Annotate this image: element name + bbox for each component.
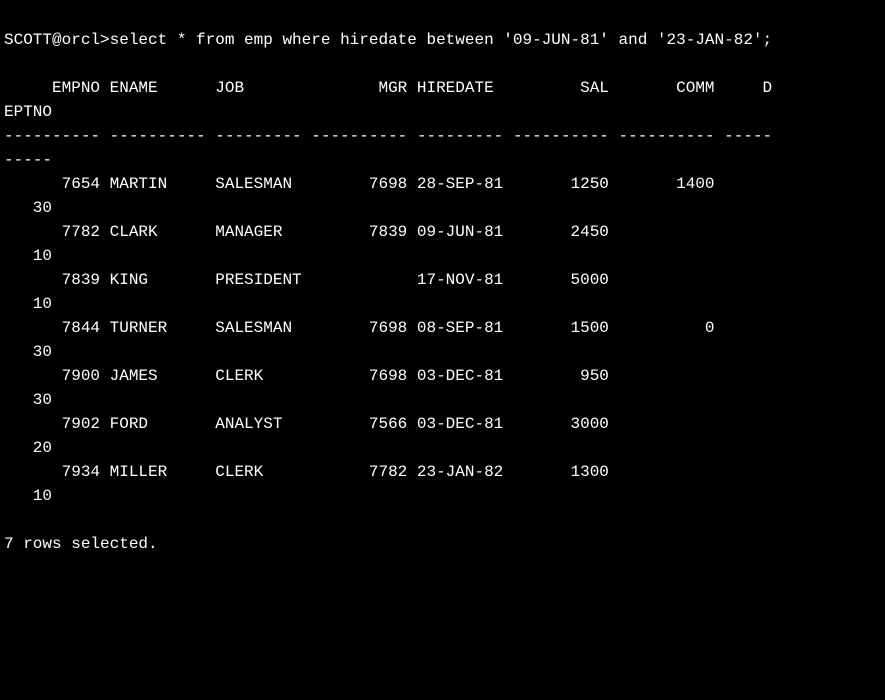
table-row: 20	[4, 439, 52, 457]
terminal-output: SCOTT@orcl>select * from emp where hired…	[4, 28, 885, 556]
table-row: 10	[4, 295, 52, 313]
table-row: 30	[4, 199, 52, 217]
table-row: 7934 MILLER CLERK 7782 23-JAN-82 1300	[4, 463, 609, 481]
table-row: 7900 JAMES CLERK 7698 03-DEC-81 950	[4, 367, 609, 385]
sql-command[interactable]: select * from emp where hiredate between…	[110, 31, 773, 49]
separator-line-2: -----	[4, 151, 52, 169]
prompt: SCOTT@orcl>	[4, 31, 110, 49]
result-summary: 7 rows selected.	[4, 535, 158, 553]
header-line-2: EPTNO	[4, 103, 52, 121]
header-line-1: EMPNO ENAME JOB MGR HIREDATE SAL COMM D	[4, 79, 772, 97]
table-row: 10	[4, 247, 52, 265]
table-row: 7654 MARTIN SALESMAN 7698 28-SEP-81 1250…	[4, 175, 715, 193]
table-row: 30	[4, 391, 52, 409]
table-row: 10	[4, 487, 52, 505]
table-row: 30	[4, 343, 52, 361]
table-row: 7902 FORD ANALYST 7566 03-DEC-81 3000	[4, 415, 609, 433]
table-row: 7844 TURNER SALESMAN 7698 08-SEP-81 1500…	[4, 319, 715, 337]
table-row: 7782 CLARK MANAGER 7839 09-JUN-81 2450	[4, 223, 609, 241]
table-row: 7839 KING PRESIDENT 17-NOV-81 5000	[4, 271, 609, 289]
separator-line-1: ---------- ---------- --------- --------…	[4, 127, 772, 145]
